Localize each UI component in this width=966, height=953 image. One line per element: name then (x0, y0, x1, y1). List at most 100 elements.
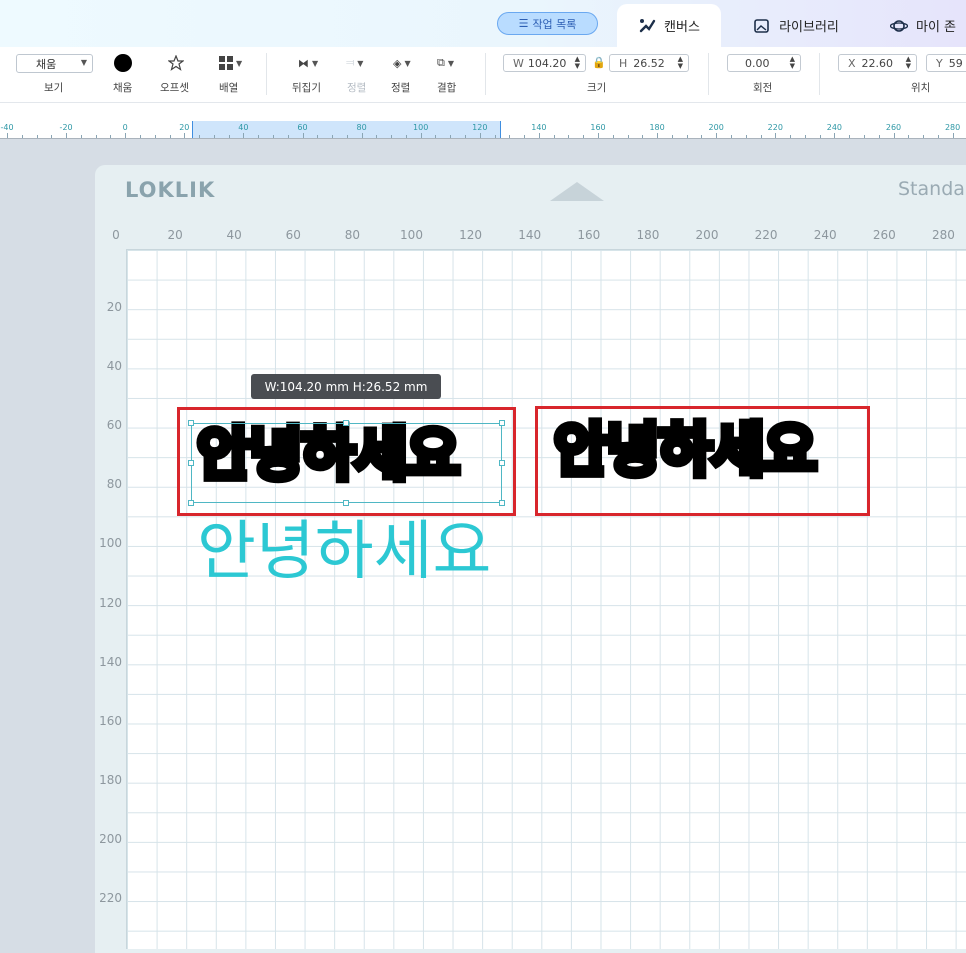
mat-x-number: 200 (695, 228, 719, 242)
ruler-number: -40 (0, 123, 14, 132)
mat-y-number: 20 (106, 300, 122, 314)
mat-y-number: 40 (106, 359, 122, 374)
ruler-tick (80, 135, 82, 138)
fill-color-swatch-icon (114, 54, 132, 72)
ruler-number: 100 (413, 123, 429, 132)
my-zone-planet-icon (890, 19, 908, 32)
tab-canvas-label: 캔버스 (664, 20, 700, 35)
toolbar: 채움 ▼ 보기 채움 오프셋 ▼ 배열 ⧓ ▼ 뒤집기 ⫤ ▼ 정렬 ◈ ▼ 정렬 (0, 47, 966, 103)
ruler-tick (583, 135, 585, 138)
chevron-down-icon: ▼ (447, 58, 455, 68)
mat-x-number: 240 (813, 228, 837, 242)
ruler-tick (701, 135, 703, 138)
ruler-number: 120 (472, 123, 488, 132)
mat-direction-arrow-icon (550, 182, 604, 201)
ruler-number: 240 (826, 123, 843, 132)
ruler-tick (228, 135, 230, 138)
view-mode-value: 채움 (36, 57, 57, 71)
fill-label: 채움 (113, 82, 133, 94)
ruler-tick (598, 133, 599, 138)
width-input[interactable]: W 104.20 ▲ ▼ (503, 54, 586, 72)
tab-library[interactable]: 라이브러리 (740, 4, 852, 47)
ruler-tick (538, 133, 540, 138)
flip-label: 뒤집기 (292, 82, 321, 94)
worklist-button[interactable]: ☰ 작업 목록 (497, 12, 598, 35)
combine-button[interactable]: ⧉ ▼ (437, 54, 454, 72)
ruler-tick (346, 135, 348, 138)
mat-y-number: 220 (99, 891, 122, 905)
ruler-tick (863, 135, 865, 138)
ruler-tick (716, 133, 718, 138)
flip-icon: ⧓ (298, 56, 309, 70)
x-value: 22.60 (861, 56, 894, 70)
height-value: 26.52 (633, 56, 665, 70)
mat-y-number: 160 (99, 713, 122, 728)
ruler-tick (657, 133, 659, 138)
divider (708, 53, 709, 95)
align-icon: ⫤ (346, 56, 355, 69)
lock-icon[interactable]: 🔒 (592, 56, 606, 69)
library-image-icon (754, 18, 769, 33)
tab-canvas[interactable]: 캔버스 (617, 4, 721, 47)
chevron-down-icon: ▼ (357, 58, 364, 68)
ruler-number: 60 (297, 123, 308, 132)
ruler-tick (642, 135, 644, 138)
chevron-down-icon: ▼ (236, 58, 243, 68)
fill-color-button[interactable] (114, 54, 132, 72)
ruler-tick (139, 135, 141, 138)
ruler-tick (730, 135, 732, 138)
ruler-tick (878, 135, 880, 138)
divider (819, 53, 820, 95)
ruler-tick (568, 135, 570, 138)
ruler-tick (479, 133, 481, 138)
ruler-tick (790, 135, 792, 138)
spinner-icon[interactable]: ▲ ▼ (678, 56, 683, 70)
tab-library-label: 라이브러리 (779, 20, 839, 35)
mat-y-number: 180 (99, 772, 122, 787)
x-position-input[interactable]: X 22.60 ▲ ▼ (838, 54, 917, 72)
rotate-input[interactable]: 0.00 ▲ ▼ (727, 54, 801, 72)
ruler-tick (258, 135, 260, 138)
ruler-baseline (0, 138, 966, 139)
flip-button[interactable]: ⧓ ▼ (298, 54, 318, 72)
tab-my-zone[interactable]: 마이 존 (876, 4, 966, 47)
offset-button[interactable] (168, 54, 184, 72)
canvas-grid[interactable] (126, 249, 966, 949)
ruler-tick (199, 135, 201, 138)
spinner-icon[interactable]: ▲ ▼ (906, 56, 911, 70)
ruler-tick (125, 133, 127, 138)
y-position-input[interactable]: Y 59 (926, 54, 966, 72)
height-prefix: H (619, 56, 628, 70)
text-object-cyan[interactable]: 안녕하세요 (197, 520, 491, 584)
ruler-tick (272, 135, 274, 138)
offset-label: 오프셋 (160, 82, 189, 94)
spinner-icon[interactable]: ▲ ▼ (575, 56, 580, 70)
ruler-tick (66, 133, 68, 138)
combine-label: 결합 (437, 82, 457, 94)
ruler-number: 40 (238, 123, 249, 132)
ruler-tick (51, 135, 53, 138)
ruler-number: 220 (767, 123, 783, 132)
width-value: 104.20 (527, 56, 567, 70)
rotate-value: 0.00 (745, 56, 770, 70)
ruler-tick (391, 135, 393, 138)
height-input[interactable]: H 26.52 ▲ ▼ (609, 54, 689, 72)
ruler-tick (760, 135, 762, 138)
ruler-tick (612, 135, 614, 138)
ruler-number: -20 (59, 123, 73, 132)
ruler-tick (184, 133, 186, 138)
ruler-tick (110, 135, 112, 138)
ruler-tick (287, 135, 289, 138)
align-label: 정렬 (347, 82, 367, 94)
order-label: 정렬 (391, 82, 411, 94)
y-value: 59 (948, 56, 963, 70)
ruler-tick (671, 135, 673, 138)
spinner-icon[interactable]: ▲ ▼ (790, 56, 795, 70)
y-prefix: Y (936, 56, 943, 70)
order-button[interactable]: ◈ ▼ (393, 54, 411, 72)
view-mode-select[interactable]: 채움 ▼ (16, 54, 93, 73)
arrange-button[interactable]: ▼ (219, 54, 242, 72)
align-button[interactable]: ⫤ ▼ (346, 54, 363, 72)
mat-y-number: 200 (99, 831, 122, 846)
ruler-tick (36, 135, 38, 138)
